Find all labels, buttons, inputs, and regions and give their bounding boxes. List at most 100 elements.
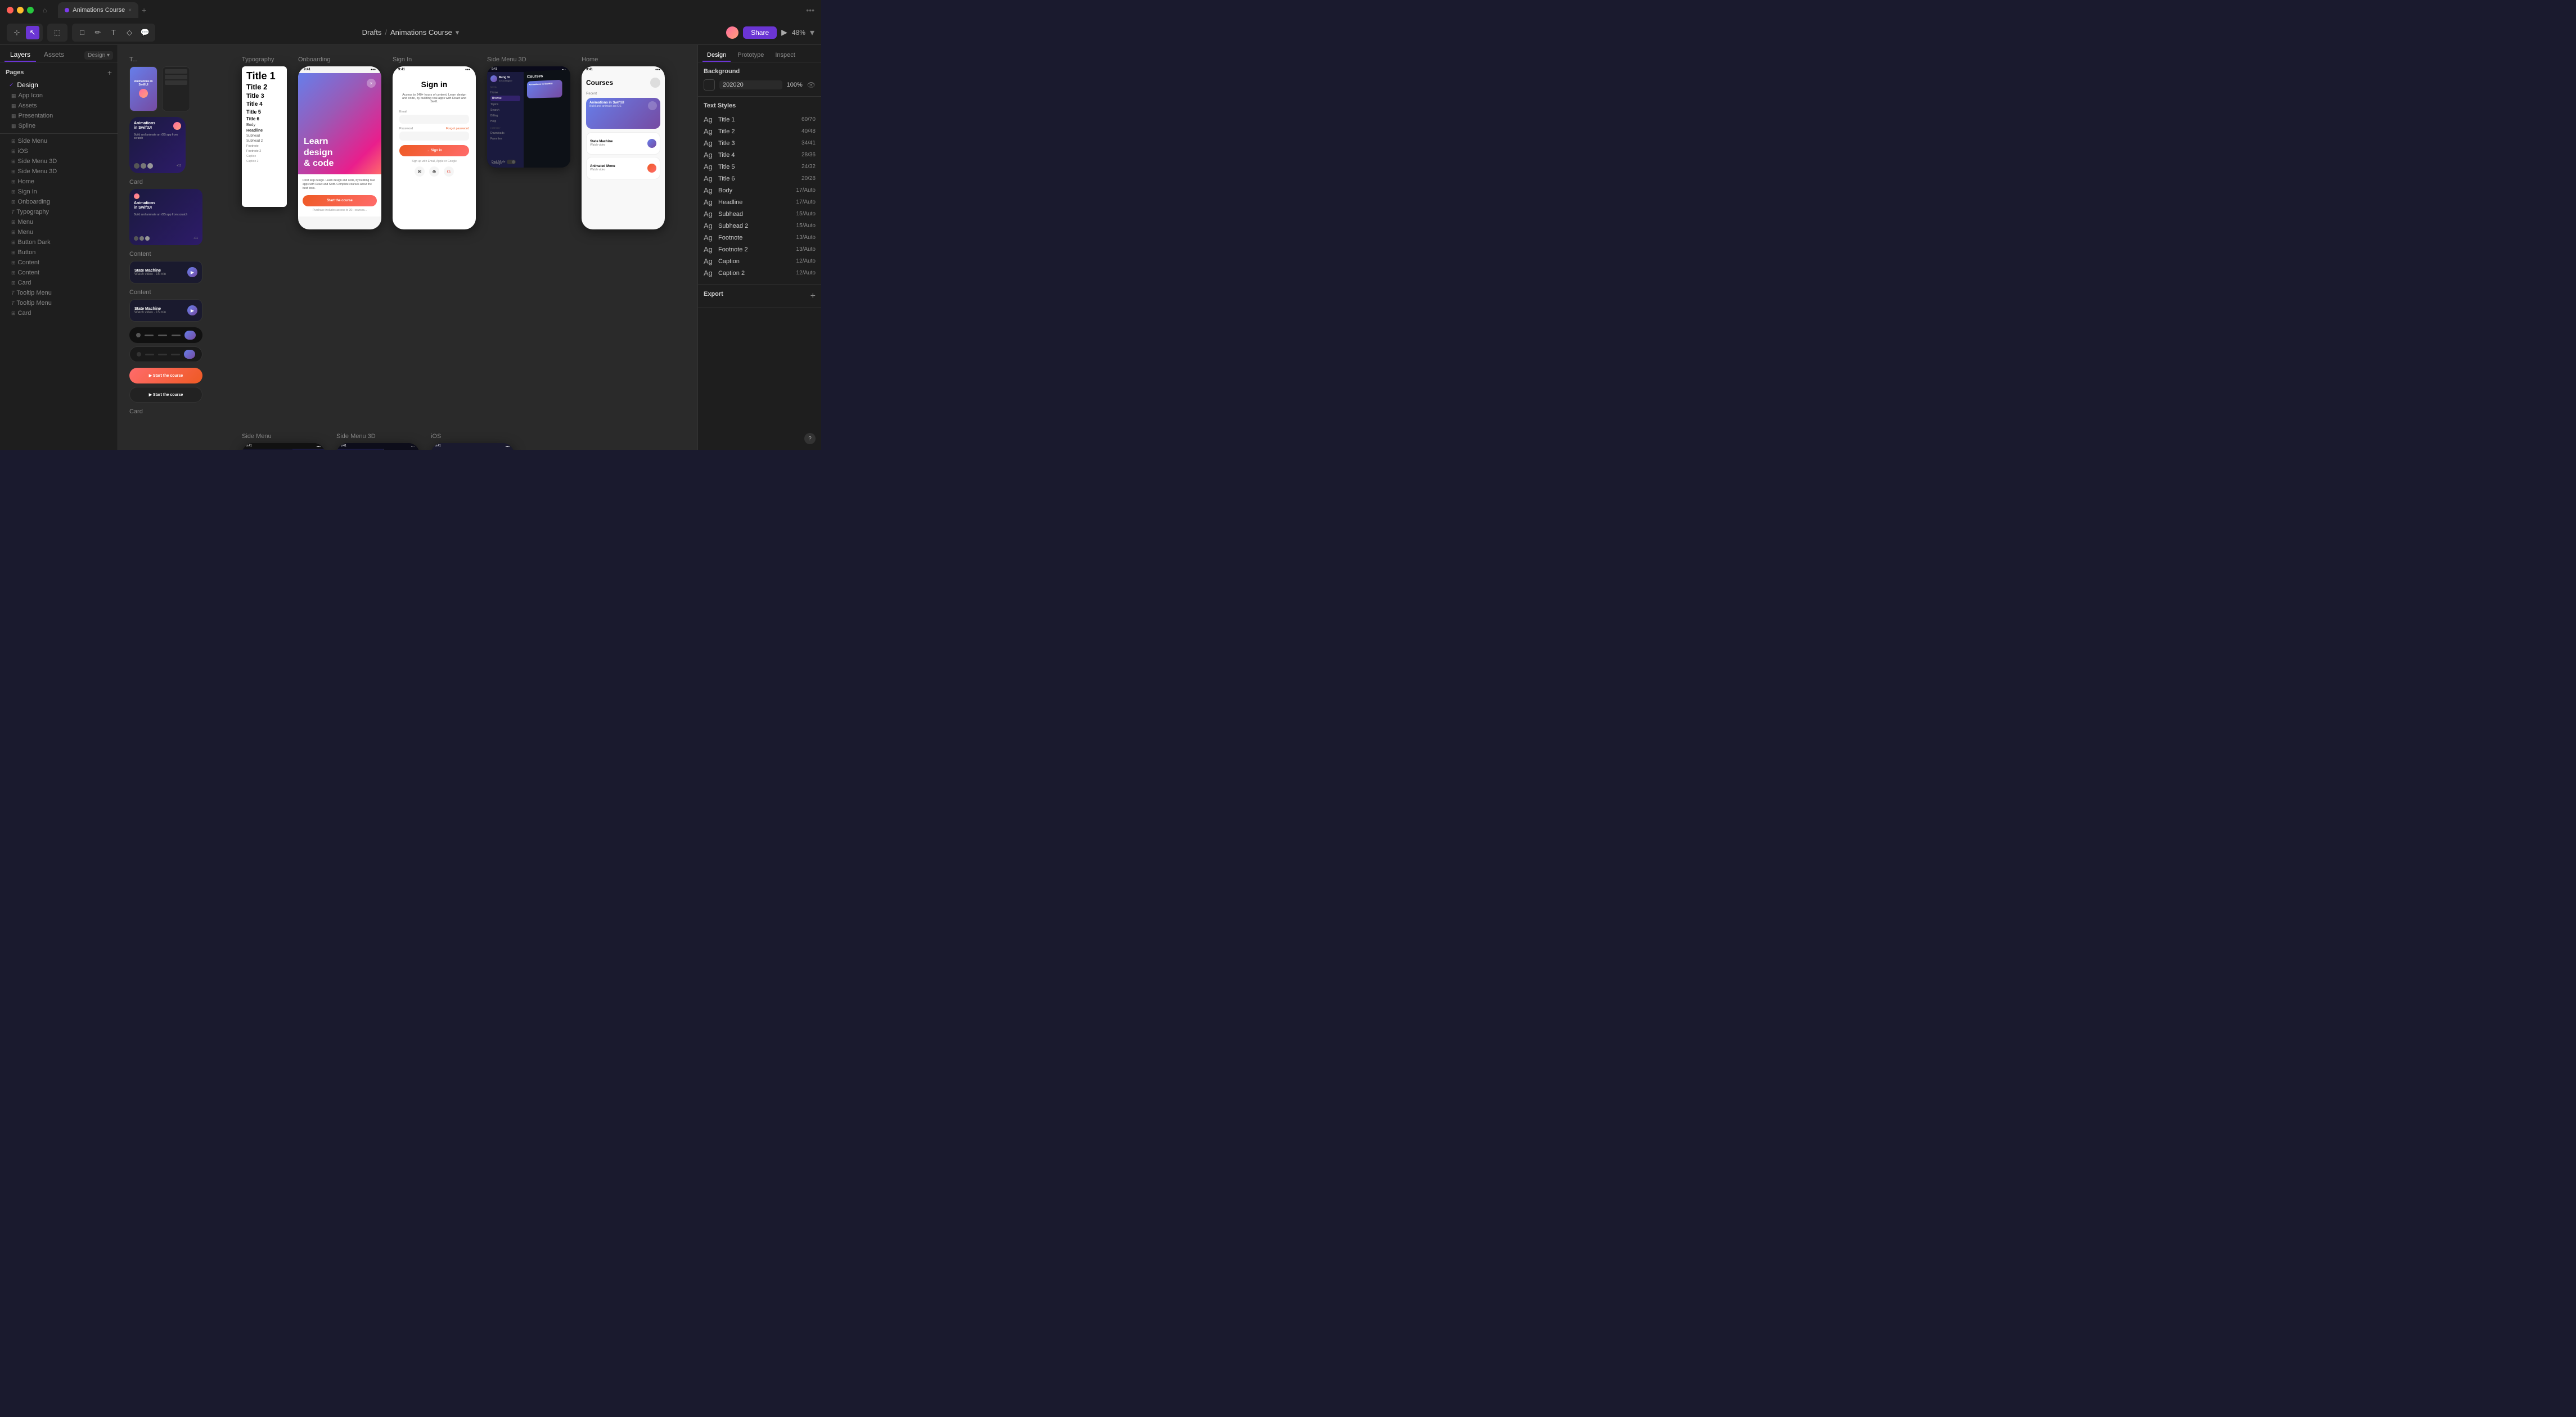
help-button[interactable]: ? <box>804 433 816 444</box>
layer-sidemenu[interactable]: ⊞ Side Menu <box>0 136 118 146</box>
visibility-toggle[interactable]: 👁 <box>807 81 816 89</box>
breadcrumb-doc: Animations Course <box>390 28 452 37</box>
frame-label-signin: Sign In <box>393 56 476 64</box>
tab-design[interactable]: Design <box>702 49 731 62</box>
appicon-card: Animationsin SwiftUI Build and animate a… <box>129 117 186 173</box>
layer-typography[interactable]: T Typography <box>0 207 118 217</box>
toolbar: ⊹ ↖ ⬚ □ ✏ T ◇ 💬 Drafts / Animations Cour… <box>0 20 821 45</box>
layer-sidemenu3d-2[interactable]: ⊞ Side Menu 3D <box>0 166 118 177</box>
frame-label-content: Content <box>129 251 231 259</box>
layer-menu-2[interactable]: ⊞ Menu <box>0 227 118 237</box>
canvas-inner[interactable]: T... Animations in SwiftUI <box>118 45 697 450</box>
frame-group-sidemenu3d-bottom: Side Menu 3D 9:41 ●●● <box>336 433 420 450</box>
menu-tabs-light <box>129 346 202 362</box>
layer-sidemenu3d-1[interactable]: ⊞ Side Menu 3D <box>0 156 118 166</box>
frame-tool[interactable]: ⬚ <box>51 26 64 39</box>
active-tab[interactable]: Animations Course × <box>58 2 138 18</box>
content-item-2: State Machine Watch video · 15 min ▶ <box>129 299 202 322</box>
select-tool[interactable]: ↖ <box>26 26 39 39</box>
bg-color-value[interactable]: 202020 <box>719 80 782 89</box>
start-btn-dark[interactable]: ▶ Start the course <box>129 387 202 403</box>
text-styles-list: Ag Title 1 60/70 Ag Title 2 40/48 Ag Tit… <box>704 114 816 279</box>
frame-group-t: T... Animations in SwiftUI <box>129 56 231 111</box>
main-layout: Layers Assets Design ▾ Pages + ✓ Design … <box>0 45 821 450</box>
export-add-button[interactable]: + <box>810 291 816 301</box>
tab-inspect[interactable]: Inspect <box>771 49 799 62</box>
layer-tooltip-2[interactable]: T Tooltip Menu <box>0 298 118 308</box>
add-page-button[interactable]: + <box>107 68 112 77</box>
page-item-appicon[interactable]: ▦ App Icon <box>0 91 118 101</box>
comment-tool[interactable]: 💬 <box>138 26 152 39</box>
layer-button-dark[interactable]: ⊞ Button Dark <box>0 237 118 247</box>
frame-label-typography: Typography <box>242 56 287 64</box>
bg-color-row: 202020 100% 👁 <box>704 79 816 91</box>
layer-button[interactable]: ⊞ Button <box>0 247 118 258</box>
layer-card-1[interactable]: ⊞ Card <box>0 278 118 288</box>
window-more-icon[interactable]: ••• <box>806 6 814 15</box>
background-section: Background 202020 100% 👁 <box>698 62 821 97</box>
play-button[interactable]: ▶ <box>781 28 787 37</box>
design-label[interactable]: Design ▾ <box>84 51 113 60</box>
page-item-presentation[interactable]: ▦ Presentation <box>0 111 118 121</box>
text-tool[interactable]: T <box>107 26 120 39</box>
frame-label-sidemenu-bottom: Side Menu <box>242 433 325 441</box>
onboarding-phone: 9:41 ●●● × Learndesign& code <box>298 66 381 229</box>
pages-section: Pages + ✓ Design ▦ App Icon ▦ Assets ▦ P… <box>0 62 118 450</box>
ts-footnote2: Ag Footnote 2 13/Auto <box>704 243 816 255</box>
close-button[interactable] <box>7 7 13 13</box>
layer-content-2[interactable]: ⊞ Content <box>0 268 118 278</box>
frame-group-home: Home 9:41 ●●● Courses Recent <box>582 56 665 229</box>
tab-label: Animations Course <box>73 7 125 13</box>
frame-group-card-bottom: Card <box>129 408 231 416</box>
pen-tool[interactable]: ✏ <box>91 26 105 39</box>
ts-title6: Ag Title 6 20/28 <box>704 173 816 184</box>
frame-label-content-2: Content <box>129 289 231 297</box>
layer-ios[interactable]: ⊞ iOS <box>0 146 118 156</box>
start-btn-red[interactable]: ▶ Start the course <box>129 368 202 383</box>
ts-title3: Ag Title 3 34/41 <box>704 137 816 149</box>
frame-thumbnail-2[interactable] <box>162 66 190 111</box>
layer-menu-1[interactable]: ⊞ Menu <box>0 217 118 227</box>
traffic-lights <box>7 7 34 13</box>
tab-assets[interactable]: Assets <box>38 48 70 62</box>
move-tool[interactable]: ⊹ <box>10 26 24 39</box>
ts-headline: Ag Headline 17/Auto <box>704 196 816 208</box>
ts-subhead2: Ag Subhead 2 15/Auto <box>704 220 816 232</box>
layer-signin[interactable]: ⊞ Sign In <box>0 187 118 197</box>
rect-tool[interactable]: □ <box>75 26 89 39</box>
page-item-assets[interactable]: ▦ Assets <box>0 101 118 111</box>
layer-home[interactable]: ⊞ Home <box>0 177 118 187</box>
text-styles-label: Text Styles <box>704 102 816 109</box>
maximize-button[interactable] <box>27 7 34 13</box>
chevron-down-icon[interactable]: ▾ <box>456 28 460 37</box>
breadcrumb-sep: / <box>385 28 387 37</box>
bg-color-swatch[interactable] <box>704 79 715 91</box>
layer-tooltip-1[interactable]: T Tooltip Menu <box>0 288 118 298</box>
page-item-spline[interactable]: ▦ Spline <box>0 121 118 131</box>
frame-label-onboarding: Onboarding <box>298 56 381 64</box>
ts-title4: Ag Title 4 28/36 <box>704 149 816 161</box>
zoom-chevron[interactable]: ▾ <box>810 27 814 38</box>
new-tab-button[interactable]: + <box>142 6 146 15</box>
frame-label-card-top: Card <box>129 179 231 187</box>
export-row: Export + <box>704 291 816 302</box>
page-item-design[interactable]: ✓ Design <box>0 79 118 91</box>
minimize-button[interactable] <box>17 7 24 13</box>
frame-thumbnail-1[interactable]: Animations in SwiftUI <box>129 66 157 111</box>
tool-group-frame: ⬚ <box>47 24 67 42</box>
layer-card-2[interactable]: ⊞ Card <box>0 308 118 318</box>
share-button[interactable]: Share <box>743 26 777 39</box>
layer-content-1[interactable]: ⊞ Content <box>0 258 118 268</box>
frame-group-signin: Sign In 9:41 ●●● Sign in Access to 240+ … <box>393 56 476 229</box>
layer-onboarding[interactable]: ⊞ Onboarding <box>0 197 118 207</box>
frame-group-onboarding: Onboarding 9:41 ●●● × <box>298 56 381 229</box>
ts-title2: Ag Title 2 40/48 <box>704 125 816 137</box>
home-icon[interactable]: ⌂ <box>43 6 47 14</box>
pages-header-label: Pages <box>6 69 24 76</box>
tool-group-select: ⊹ ↖ <box>7 24 43 42</box>
tab-prototype[interactable]: Prototype <box>733 49 768 62</box>
tab-layers[interactable]: Layers <box>4 48 36 62</box>
shape-tool[interactable]: ◇ <box>123 26 136 39</box>
zoom-level[interactable]: 48% <box>792 29 805 37</box>
tab-close-icon[interactable]: × <box>128 7 132 13</box>
